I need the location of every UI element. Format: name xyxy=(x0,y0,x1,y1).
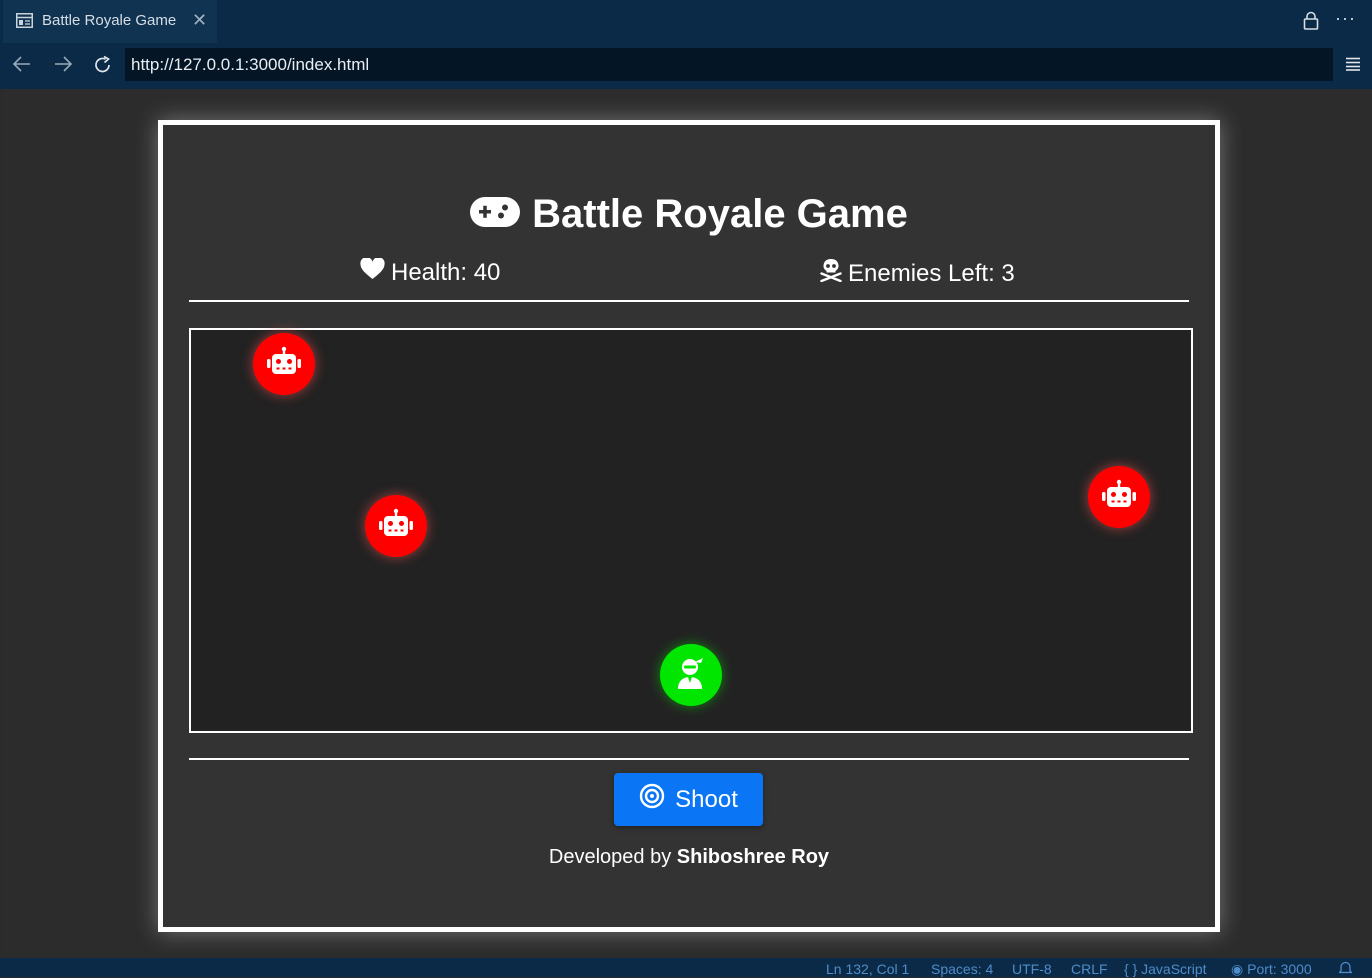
gamepad-icon xyxy=(470,192,521,237)
broadcast-icon: ◉ xyxy=(1231,961,1248,977)
credit-prefix: Developed by xyxy=(548,846,672,868)
nav-bar xyxy=(0,43,1372,89)
game-container: Battle Royale Game Health: 40 Enemies Le… xyxy=(158,120,1220,932)
status-bar: Ln 132, Col 1 Spaces: 4 UTF-8 CRLF { } J… xyxy=(0,958,1372,977)
preview-icon xyxy=(16,13,33,32)
language-mode[interactable]: { } JavaScript xyxy=(1124,961,1207,977)
line-ending[interactable]: CRLF xyxy=(1071,961,1108,977)
shoot-label: Shoot xyxy=(675,785,738,813)
enemies-left-text: Enemies Left: 3 xyxy=(848,259,1015,287)
robot-icon xyxy=(264,346,304,383)
enemies-left-stat: Enemies Left: 3 xyxy=(820,258,1015,289)
more-actions-icon[interactable]: ··· xyxy=(1335,8,1356,29)
forward-arrow-icon[interactable] xyxy=(53,55,73,78)
indentation[interactable]: Spaces: 4 xyxy=(931,961,993,977)
health-stat: Health: 40 xyxy=(360,257,501,287)
title-text: Battle Royale Game xyxy=(532,192,908,236)
heart-icon xyxy=(360,257,385,287)
developer-credit: Developed by Shiboshree Roy xyxy=(163,846,1215,869)
cursor-position[interactable]: Ln 132, Col 1 xyxy=(826,961,909,977)
player xyxy=(660,644,722,706)
encoding[interactable]: UTF-8 xyxy=(1012,961,1052,977)
enemy-2 xyxy=(365,495,427,557)
menu-icon[interactable] xyxy=(1345,57,1361,76)
close-icon[interactable]: ✕ xyxy=(192,10,207,31)
reload-icon[interactable] xyxy=(93,55,113,80)
divider-bottom xyxy=(189,758,1189,760)
robot-icon xyxy=(1099,479,1139,516)
enemy-3 xyxy=(1088,466,1150,528)
port-label: Port: 3000 xyxy=(1247,961,1312,977)
bell-icon[interactable] xyxy=(1337,961,1354,978)
tab-battle-royale[interactable]: Battle Royale Game ✕ xyxy=(3,0,217,43)
divider-top xyxy=(189,300,1189,302)
game-arena[interactable] xyxy=(189,328,1193,733)
target-icon xyxy=(639,783,665,816)
developer-name: Shiboshree Roy xyxy=(676,846,830,868)
tab-title: Battle Royale Game xyxy=(42,12,177,29)
robot-icon xyxy=(376,508,416,545)
page-title: Battle Royale Game xyxy=(163,192,1215,237)
shoot-button[interactable]: Shoot xyxy=(614,773,763,826)
ninja-icon xyxy=(675,656,707,695)
health-text: Health: 40 xyxy=(391,258,501,286)
url-input[interactable] xyxy=(125,48,1333,81)
tab-bar: Battle Royale Game ✕ ··· xyxy=(0,0,1372,43)
back-arrow-icon[interactable] xyxy=(12,55,32,78)
port-indicator[interactable]: ◉ Port: 3000 xyxy=(1231,961,1312,978)
skull-crossbones-icon xyxy=(820,258,842,289)
enemy-1 xyxy=(253,333,315,395)
lock-icon[interactable] xyxy=(1303,11,1319,35)
